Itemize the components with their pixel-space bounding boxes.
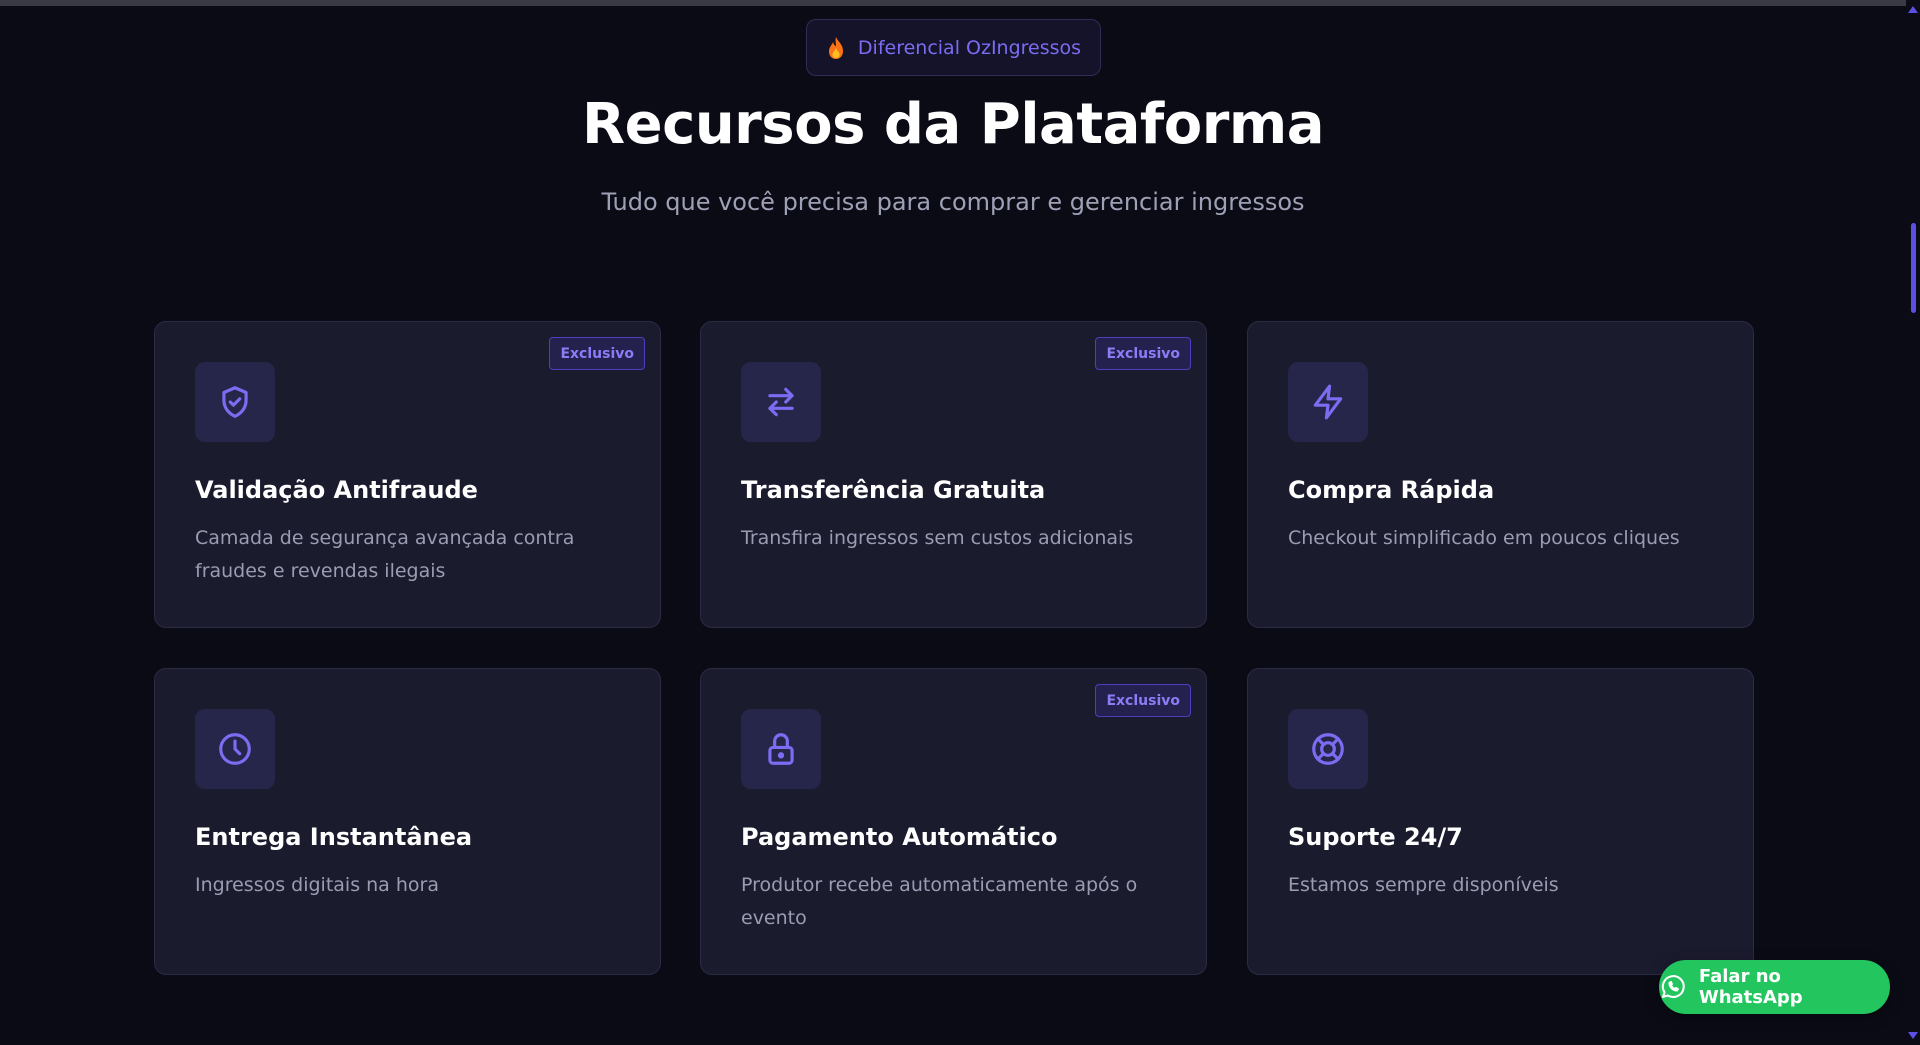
scroll-down-arrow-icon[interactable]	[1908, 1032, 1918, 1039]
feature-title: Entrega Instantânea	[195, 823, 473, 851]
page-title: Recursos da Plataforma	[582, 92, 1324, 157]
section-badge: Diferencial OzIngressos	[806, 19, 1101, 76]
whatsapp-icon	[1661, 975, 1685, 999]
feature-title: Compra Rápida	[1288, 476, 1495, 504]
feature-icon-box	[195, 362, 275, 442]
feature-description: Ingressos digitais na hora	[195, 874, 439, 896]
feature-description: Camada de segurança avançada contra frau…	[195, 527, 575, 582]
feature-card-fast-purchase[interactable]: Compra Rápida Checkout simplificado em p…	[1247, 321, 1754, 628]
feature-icon-box	[1288, 362, 1368, 442]
feature-title: Suporte 24/7	[1288, 823, 1463, 851]
feature-description: Transfira ingressos sem custos adicionai…	[741, 527, 1134, 549]
exclusive-tag: Exclusivo	[1095, 684, 1191, 717]
page-subtitle: Tudo que você precisa para comprar e ger…	[601, 188, 1305, 216]
scrollbar-thumb[interactable]	[1911, 223, 1916, 313]
feature-icon-box	[195, 709, 275, 789]
feature-description: Produtor recebe automaticamente após o e…	[741, 874, 1138, 929]
arrows-exchange-icon	[768, 387, 794, 417]
feature-title: Pagamento Automático	[741, 823, 1058, 851]
lock-icon	[768, 733, 794, 765]
scrollbar[interactable]	[1906, 0, 1920, 1045]
shield-check-icon	[222, 386, 248, 418]
feature-card-antifraud[interactable]: Exclusivo Validação Antifraude Camada de…	[154, 321, 661, 628]
feature-icon-box	[741, 362, 821, 442]
scroll-up-arrow-icon[interactable]	[1908, 6, 1918, 13]
lifebuoy-icon	[1312, 733, 1344, 765]
feature-description: Checkout simplificado em poucos cliques	[1288, 527, 1680, 549]
feature-icon-box	[1288, 709, 1368, 789]
clock-icon	[219, 733, 251, 765]
whatsapp-button[interactable]: Falar no WhatsApp	[1659, 960, 1890, 1014]
feature-card-transfer[interactable]: Exclusivo Transferência Gratuita Transfi…	[700, 321, 1207, 628]
feature-card-automatic-payment[interactable]: Exclusivo Pagamento Automático Produtor …	[700, 668, 1207, 975]
feature-title: Transferência Gratuita	[741, 476, 1046, 504]
whatsapp-button-label: Falar no WhatsApp	[1698, 966, 1803, 1008]
section-badge-label: Diferencial OzIngressos	[857, 36, 1082, 59]
exclusive-tag: Exclusivo	[1095, 337, 1191, 370]
feature-card-instant-delivery[interactable]: Entrega Instantânea Ingressos digitais n…	[154, 668, 661, 975]
feature-card-support[interactable]: Suporte 24/7 Estamos sempre disponíveis	[1247, 668, 1754, 975]
features-section: Diferencial OzIngressos Recursos da Plat…	[0, 0, 1906, 1045]
lightning-icon	[1313, 384, 1343, 420]
feature-title: Validação Antifraude	[195, 476, 478, 504]
feature-description: Estamos sempre disponíveis	[1288, 874, 1559, 896]
fire-icon	[828, 36, 843, 59]
exclusive-tag: Exclusivo	[549, 337, 645, 370]
feature-icon-box	[741, 709, 821, 789]
